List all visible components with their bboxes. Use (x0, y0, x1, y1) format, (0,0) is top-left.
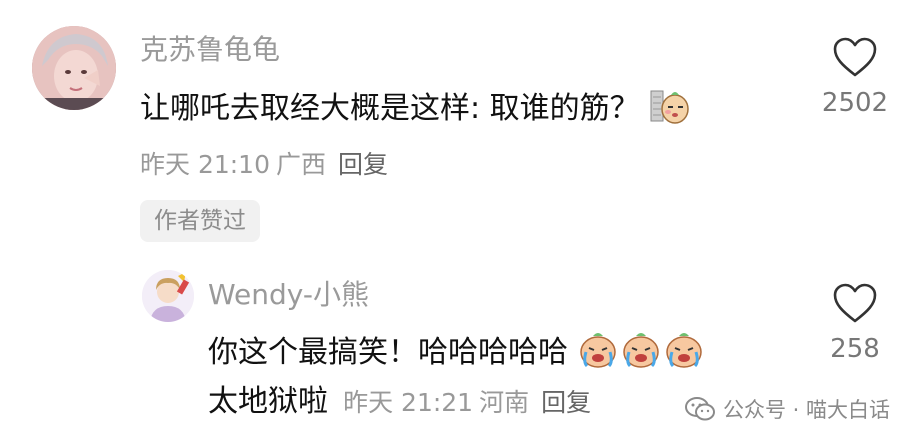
comment-text-1-content: 让哪吒去取经大概是这样: 取谁的筋？ (140, 91, 640, 126)
username-1[interactable]: 克苏鲁龟龟 (140, 28, 280, 68)
comment-time-2: 昨天 21:21 (343, 388, 474, 417)
avatar-2[interactable] (142, 270, 194, 322)
like-count-1: 2502 (821, 88, 889, 118)
comment-meta-2: 昨天 21:21 河南 回复 (343, 388, 591, 417)
like-button-2[interactable]: 258 (810, 282, 900, 364)
comment-time-1: 昨天 21:10 (140, 150, 270, 179)
author-liked-badge: 作者赞过 (140, 200, 260, 242)
reply-button-1[interactable]: 回复 (338, 150, 388, 179)
reply-button-2[interactable]: 回复 (541, 388, 591, 417)
watermark: 公众号 · 喵大白话 (684, 394, 890, 424)
like-count-2: 258 (830, 334, 880, 364)
comment-location-1: 广西 (276, 150, 327, 179)
comment-text-1[interactable]: 让哪吒去取经大概是这样: 取谁的筋？ (140, 83, 691, 135)
watermark-label: 公众号 · 喵大白话 (722, 398, 890, 422)
facepalm-sticker-icon (649, 85, 691, 135)
comment-location-2: 河南 (479, 388, 530, 417)
comment-text-2-line1: 你这个最搞笑！哈哈哈哈哈 (208, 335, 568, 370)
comment-text-2[interactable]: 你这个最搞笑！哈哈哈哈哈 (208, 327, 706, 378)
username-2[interactable]: Wendy-小熊 (208, 273, 369, 313)
wechat-icon (684, 397, 715, 421)
like-button-1[interactable]: 2502 (810, 36, 900, 118)
avatar-1[interactable] (32, 26, 116, 110)
crying-laughing-sticker-icon (578, 330, 706, 378)
comment-text-2-line2[interactable]: 太地狱啦 (208, 384, 328, 419)
heart-icon[interactable] (832, 36, 878, 78)
comment-line2-row: 太地狱啦 昨天 21:21 河南 回复 (208, 376, 591, 420)
comment-meta-1: 昨天 21:10 广西 回复 (140, 145, 388, 181)
heart-icon[interactable] (832, 282, 878, 324)
